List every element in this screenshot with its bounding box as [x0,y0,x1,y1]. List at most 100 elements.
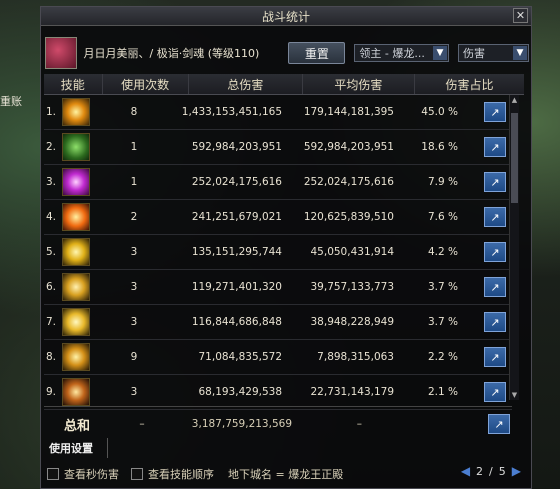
row-index: 1. [45,106,56,118]
table-row[interactable]: 3. 1 252,024,175,616 252,024,175,616 7.9… [44,165,512,200]
row-avg: 22,731,143,179 [310,386,395,398]
row-pct: 3.7 % [427,281,458,293]
share-icon[interactable]: ↗ [484,242,506,262]
total-uses: – [139,418,145,430]
total-avg: – [356,418,362,430]
checkbox-order[interactable] [131,468,143,480]
chevron-down-icon: ▼ [433,46,448,60]
target-select[interactable]: 领主 - 爆龙... ▼ [354,44,450,62]
row-pct: 4.2 % [427,246,458,258]
total-row: 总和 – 3,187,759,213,569 – ↗ [44,406,512,441]
checkbox-order-label[interactable]: 查看技能顺序 [148,466,214,482]
row-pct: 3.7 % [427,316,458,328]
combat-stats-window: 战斗统计 ✕ 月日月美丽、/ 极诣·剑魂 (等级110) 重置 领主 - 爆龙.… [40,6,532,489]
table-row[interactable]: 9. 3 68,193,429,538 22,731,143,179 2.1 %… [44,375,512,410]
skill-rows: 1. 8 1,433,153,451,165 179,144,181,395 4… [44,95,512,410]
share-icon[interactable]: ↗ [484,207,506,227]
prev-page-icon[interactable]: ◀ [461,464,470,478]
skill-spark-icon [62,238,90,266]
row-uses: 3 [130,386,138,398]
row-avg: 179,144,181,395 [303,106,394,118]
table-row[interactable]: 6. 3 119,271,401,320 39,757,133,773 3.7 … [44,270,512,305]
page-total: 5 [498,464,506,478]
page-sep: / [489,464,493,478]
skill-glyph-icon [62,133,90,161]
avatar [45,37,77,69]
row-total: 1,433,153,451,165 [181,106,282,118]
row-pct: 18.6 % [421,141,458,153]
reset-button[interactable]: 重置 [288,42,346,64]
skill-blades-icon [62,308,90,336]
row-index: 3. [45,176,56,188]
chevron-down-icon: ▼ [512,46,527,60]
row-avg: 592,984,203,951 [303,141,394,153]
share-icon[interactable]: ↗ [484,102,506,122]
window-title: 战斗统计 [261,9,310,24]
share-icon[interactable]: ↗ [484,347,506,367]
row-uses: 9 [130,351,138,363]
header-row: 月日月美丽、/ 极诣·剑魂 (等级110) 重置 领主 - 爆龙... ▼ 伤害… [43,35,529,71]
row-index: 7. [45,316,56,328]
column-header-skill[interactable]: 技能 [44,74,103,94]
table-row[interactable]: 4. 2 241,251,679,021 120,625,839,510 7.6… [44,200,512,235]
row-index: 9. [45,386,56,398]
scroll-down-icon[interactable]: ▼ [510,390,519,400]
row-uses: 3 [130,316,138,328]
skill-flow-icon [62,343,90,371]
window-titlebar[interactable]: 战斗统计 ✕ [41,7,531,26]
scroll-up-icon[interactable]: ▲ [510,95,519,105]
row-total: 592,984,203,951 [191,141,282,153]
row-index: 8. [45,351,56,363]
row-total: 252,024,175,616 [191,176,282,188]
column-header-avg[interactable]: 平均伤害 [303,74,415,94]
skill-fire-icon [62,203,90,231]
share-icon[interactable]: ↗ [484,172,506,192]
row-index: 4. [45,211,56,223]
row-pct: 7.6 % [427,211,458,223]
row-total: 116,844,686,848 [191,316,282,328]
scrollbar-thumb[interactable] [511,113,518,203]
column-header-total[interactable]: 总伤害 [189,74,303,94]
table-row[interactable]: 1. 8 1,433,153,451,165 179,144,181,395 4… [44,95,512,130]
table-row[interactable]: 8. 9 71,084,835,572 7,898,315,063 2.2 % … [44,340,512,375]
skill-wave-icon [62,273,90,301]
row-pct: 45.0 % [421,106,458,118]
row-uses: 8 [130,106,138,118]
bottom-bar: 查看秒伤害 查看技能顺序 地下城名 = 爆龙王正殿 ◀ 2 / 5 ▶ [47,464,527,484]
row-total: 119,271,401,320 [191,281,282,293]
column-header-pct[interactable]: 伤害占比 [415,74,524,94]
row-avg: 39,757,133,773 [310,281,395,293]
share-icon[interactable]: ↗ [484,312,506,332]
row-pct: 2.2 % [427,351,458,363]
row-avg: 252,024,175,616 [303,176,394,188]
table-row[interactable]: 2. 1 592,984,203,951 592,984,203,951 18.… [44,130,512,165]
scrollbar[interactable]: ▲ ▼ [509,95,519,400]
share-icon[interactable]: ↗ [484,382,506,402]
share-icon[interactable]: ↗ [484,277,506,297]
share-icon[interactable]: ↗ [488,414,510,434]
share-icon[interactable]: ↗ [484,137,506,157]
settings-tab[interactable]: 使用设置 [49,438,108,458]
player-name: 月日月美丽、/ 极诣·剑魂 (等级110) [83,47,260,60]
table-row[interactable]: 5. 3 135,151,295,744 45,050,431,914 4.2 … [44,235,512,270]
target-select-value: 领主 - 爆龙... [359,47,425,60]
row-total: 71,084,835,572 [198,351,283,363]
row-uses: 3 [130,281,138,293]
table-row[interactable]: 7. 3 116,844,686,848 38,948,228,949 3.7 … [44,305,512,340]
mode-select-value: 伤害 [463,47,486,60]
next-page-icon[interactable]: ▶ [512,464,521,478]
row-pct: 2.1 % [427,386,458,398]
row-avg: 120,625,839,510 [303,211,394,223]
mode-select[interactable]: 伤害 ▼ [458,44,529,62]
row-uses: 3 [130,246,138,258]
row-index: 5. [45,246,56,258]
row-uses: 1 [130,141,138,153]
row-uses: 1 [130,176,138,188]
column-header-uses[interactable]: 使用次数 [103,74,189,94]
close-button[interactable]: ✕ [513,8,528,23]
checkbox-dps[interactable] [47,468,59,480]
row-pct: 7.9 % [427,176,458,188]
skill-burst-icon [62,168,90,196]
row-total: 241,251,679,021 [191,211,282,223]
checkbox-dps-label[interactable]: 查看秒伤害 [64,466,119,482]
